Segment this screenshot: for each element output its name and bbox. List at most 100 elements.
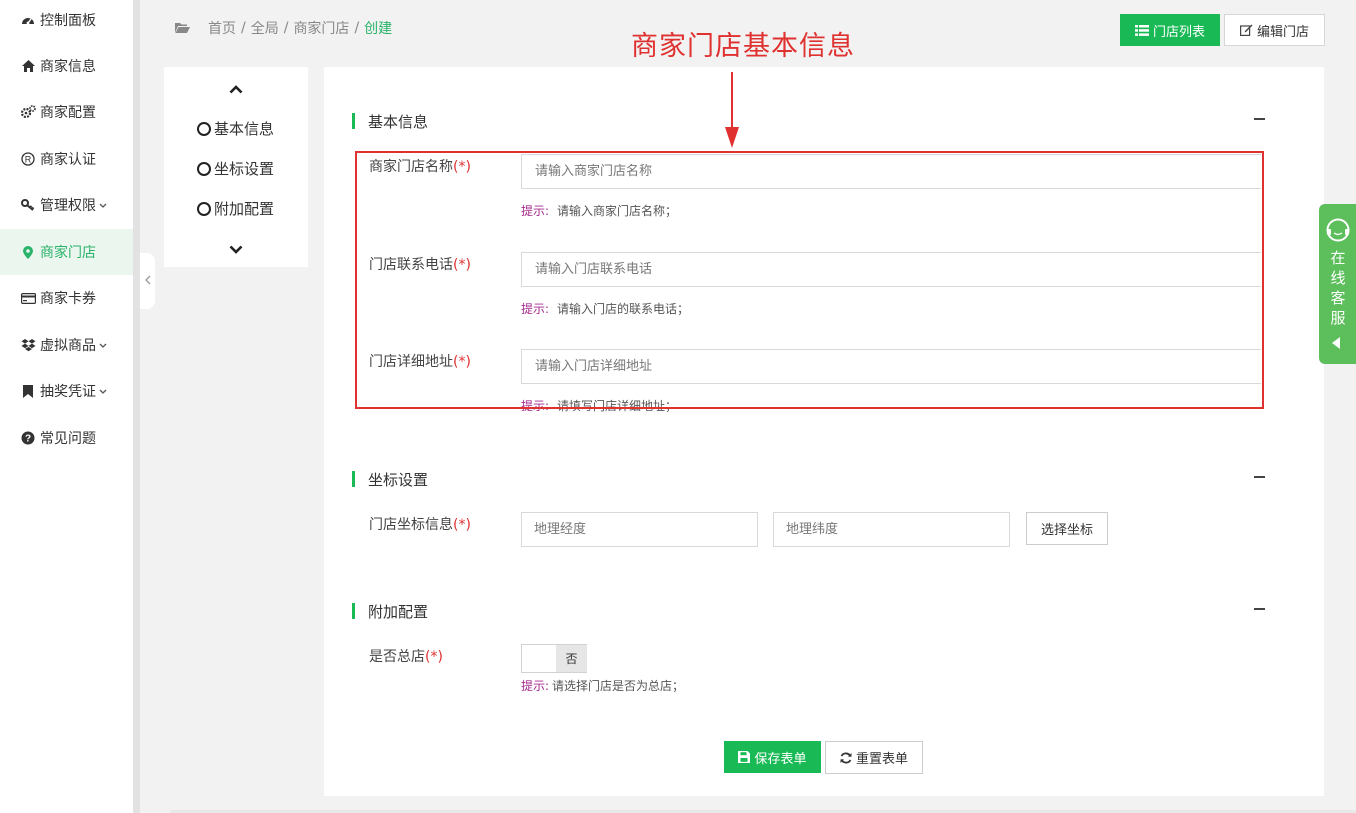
key-icon [18, 199, 38, 211]
chevron-down-icon[interactable] [228, 243, 244, 255]
annotation-title: 商家门店基本信息 [631, 31, 855, 62]
section-nav-label: 附加配置 [214, 200, 275, 218]
sidebar-item-merchant-info[interactable]: 商家信息 [0, 43, 133, 89]
bookmark-icon [18, 384, 38, 398]
sidebar-item-label: 商家卡券 [40, 291, 96, 307]
sidebar-item-virtual-goods[interactable]: 虚拟商品 [0, 322, 133, 368]
sidebar-item-label: 商家信息 [40, 59, 96, 75]
customer-service-label: 在 线 客 服 [1330, 249, 1346, 327]
section-coords-header: 坐标设置 [352, 468, 428, 490]
edit-icon [1239, 24, 1253, 36]
chevron-down-icon [99, 337, 107, 353]
longitude-input[interactable] [521, 512, 758, 547]
required-mark: (*) [425, 649, 443, 665]
sidebar-item-label: 抽奖凭证 [40, 384, 96, 400]
switch-knob: 否 [556, 645, 587, 672]
store-name-hint: 提示: 请输入商家门店名称； [521, 204, 678, 218]
customer-service-tab[interactable]: 在 线 客 服 [1319, 204, 1356, 364]
section-nav-extra[interactable]: 附加配置 [197, 198, 274, 219]
edit-store-label: 编辑门店 [1256, 24, 1309, 40]
section-extra-collapse-button[interactable] [1254, 608, 1265, 610]
sidebar-item-merchant-auth[interactable]: R 商家认证 [0, 136, 133, 182]
headset-icon [1326, 218, 1350, 242]
sidebar-item-cards[interactable]: 商家卡券 [0, 275, 133, 321]
sidebar-item-label: 常见问题 [40, 431, 96, 447]
section-accent-bar [352, 603, 355, 619]
sidebar-item-permissions[interactable]: 管理权限 [0, 182, 133, 228]
section-accent-bar [352, 471, 355, 487]
edit-store-button[interactable]: 编辑门店 [1224, 14, 1325, 46]
svg-text:?: ? [25, 434, 31, 445]
breadcrumb-home[interactable]: 首页 [208, 18, 236, 38]
store-coords-label: 门店坐标信息(*) [369, 517, 471, 533]
store-phone-input[interactable] [521, 252, 1261, 287]
breadcrumb-stores[interactable]: 商家门店 [293, 18, 349, 38]
home-icon [18, 60, 38, 72]
headquarters-switch[interactable]: 否 [521, 644, 587, 673]
section-basic-title: 基本信息 [368, 112, 429, 131]
reset-form-label: 重置表单 [855, 752, 908, 767]
chevron-down-icon [99, 197, 107, 213]
sidebar-divider [133, 0, 140, 813]
circle-icon [197, 201, 211, 216]
headquarters-label: 是否总店(*) [369, 649, 443, 665]
sidebar-item-merchant-config[interactable]: 商家配置 [0, 89, 133, 135]
sidebar-item-dashboard[interactable]: 控制面板 [0, 0, 133, 43]
section-accent-bar [352, 113, 355, 129]
circle-icon [197, 121, 211, 136]
section-coords-collapse-button[interactable] [1254, 476, 1265, 478]
cogs-icon [18, 105, 38, 119]
sidebar-item-stores[interactable]: 商家门店 [0, 229, 133, 275]
sidebar-item-label: 商家配置 [40, 105, 96, 121]
section-extra-title: 附加配置 [368, 602, 429, 621]
folder-open-icon [175, 22, 190, 34]
breadcrumb-separator: / [283, 20, 289, 36]
breadcrumb-separator: / [354, 20, 360, 36]
svg-text:R: R [25, 154, 32, 164]
required-mark: (*) [453, 257, 471, 273]
store-address-hint: 提示: 请填写门店详细地址； [521, 399, 678, 413]
dashboard-icon [18, 14, 38, 26]
store-list-button[interactable]: 门店列表 [1120, 14, 1220, 46]
breadcrumb-current: 创建 [364, 21, 393, 37]
annotation-arrow [725, 72, 739, 148]
required-mark: (*) [453, 159, 471, 175]
dropbox-icon [18, 338, 38, 352]
section-nav: 基本信息 坐标设置 附加配置 [164, 67, 308, 267]
credit-card-icon [18, 292, 38, 304]
caret-left-icon [1332, 337, 1340, 349]
store-address-input[interactable] [521, 349, 1261, 384]
chevron-left-icon [144, 274, 151, 289]
floppy-disk-icon [738, 751, 751, 763]
sidebar-item-label: 控制面板 [40, 13, 96, 29]
headquarters-hint: 提示: 请选择门店是否为总店； [521, 679, 685, 693]
breadcrumb-global[interactable]: 全局 [251, 18, 279, 38]
sidebar-item-lottery[interactable]: 抽奖凭证 [0, 368, 133, 414]
reset-form-button[interactable]: 重置表单 [825, 741, 923, 774]
circle-icon [197, 161, 211, 176]
pick-coords-button[interactable]: 选择坐标 [1026, 512, 1108, 545]
store-phone-label: 门店联系电话(*) [369, 257, 471, 273]
section-basic-collapse-button[interactable] [1254, 118, 1265, 120]
sidebar-item-label: 管理权限 [40, 198, 96, 214]
store-list-label: 门店列表 [1152, 24, 1205, 40]
registered-icon: R [18, 152, 38, 166]
save-form-button[interactable]: 保存表单 [724, 741, 821, 773]
sidebar-collapse-button[interactable] [140, 253, 155, 309]
sidebar-item-label: 虚拟商品 [40, 338, 96, 354]
breadcrumb-separator: / [241, 20, 246, 36]
section-nav-basic[interactable]: 基本信息 [197, 118, 274, 139]
store-phone-hint: 提示: 请输入门店的联系电话； [521, 302, 690, 316]
save-form-label: 保存表单 [754, 751, 807, 767]
sidebar-item-label: 商家认证 [40, 152, 96, 168]
breadcrumb: 首页 / 全局 / 商家门店 / 创建 [175, 18, 392, 38]
store-address-label: 门店详细地址(*) [369, 354, 471, 370]
section-nav-coords[interactable]: 坐标设置 [197, 158, 274, 179]
section-coords-title: 坐标设置 [368, 470, 429, 489]
store-name-input[interactable] [521, 154, 1261, 189]
sidebar-item-faq[interactable]: ? 常见问题 [0, 415, 133, 461]
sidebar-item-label: 商家门店 [40, 245, 96, 261]
latitude-input[interactable] [773, 512, 1010, 547]
chevron-down-icon [99, 383, 107, 399]
chevron-up-icon[interactable] [228, 83, 244, 95]
